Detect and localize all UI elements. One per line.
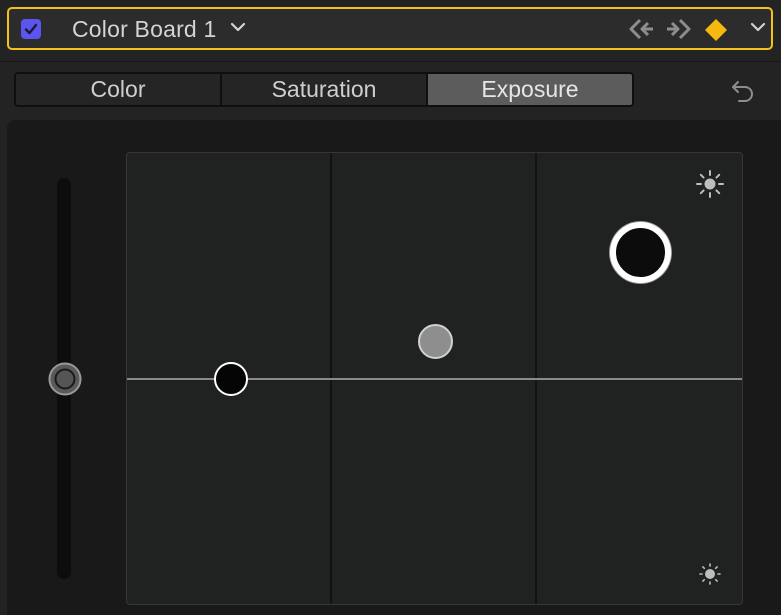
midtones-puck[interactable] [418, 324, 453, 359]
sun-icon [696, 170, 724, 198]
reset-arrow-icon[interactable] [730, 79, 756, 103]
highlights-puck[interactable] [610, 222, 671, 283]
next-keyframe-icon[interactable] [666, 18, 692, 40]
tab-color[interactable]: Color [16, 74, 222, 105]
tab-saturation[interactable]: Saturation [222, 74, 428, 105]
tab-exposure[interactable]: Exposure [428, 74, 632, 105]
menu-chevron-icon[interactable] [750, 21, 766, 33]
master-puck[interactable] [48, 362, 82, 396]
chevron-down-icon[interactable] [231, 21, 245, 33]
previous-keyframe-icon[interactable] [628, 18, 654, 40]
shadows-puck[interactable] [214, 362, 248, 396]
sun-small-icon [699, 563, 721, 585]
enable-checkbox[interactable] [21, 19, 41, 39]
keyframe-diamond-icon[interactable] [704, 18, 728, 42]
divider [0, 61, 781, 62]
board-title[interactable]: Color Board 1 [72, 16, 217, 43]
color-board-header: Color Board 1 [7, 7, 773, 50]
board-tabs: Color Saturation Exposure [14, 72, 634, 107]
checkmark-icon [24, 23, 38, 35]
